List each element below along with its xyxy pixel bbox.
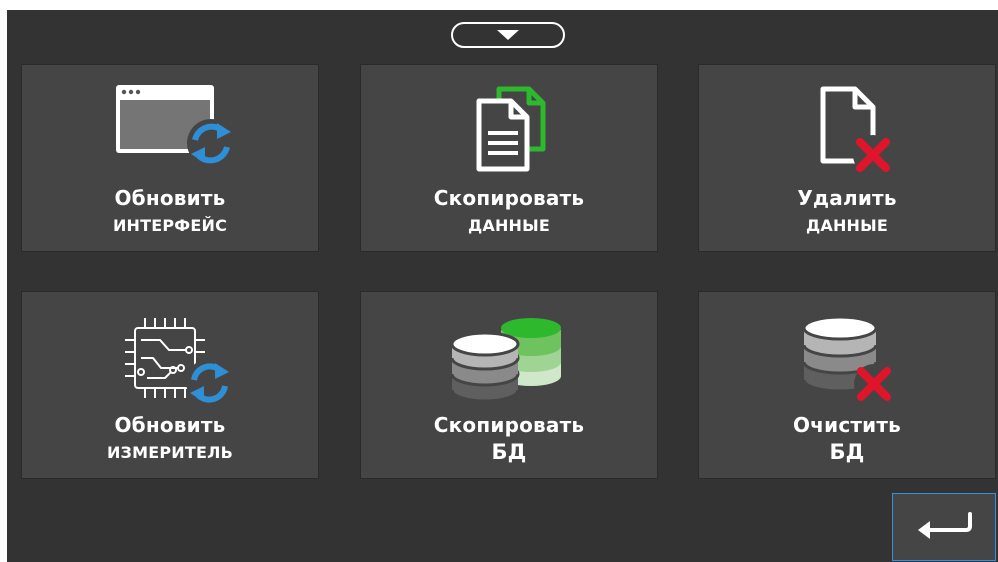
- collapse-button[interactable]: [451, 22, 565, 48]
- delete-document-icon: [797, 83, 897, 177]
- delete-data-button[interactable]: Удалить данные: [698, 64, 996, 252]
- clear-database-icon: [792, 314, 902, 410]
- main-screen: Обновить интерфейс Скопировать данные: [7, 10, 998, 562]
- update-meter-button[interactable]: Обновить измеритель: [21, 291, 319, 479]
- window-refresh-icon: [105, 83, 235, 171]
- copy-document-icon: [459, 83, 559, 177]
- tile-label: Очистить БД: [792, 413, 902, 464]
- return-arrow-icon: [918, 512, 972, 539]
- chevron-down-icon: [497, 30, 519, 40]
- copy-database-button[interactable]: Скопировать БД: [360, 291, 658, 479]
- clear-database-button[interactable]: Очистить БД: [698, 291, 996, 479]
- chip-refresh-icon: [105, 310, 235, 410]
- copy-database-icon: [449, 312, 569, 408]
- copy-data-button[interactable]: Скопировать данные: [360, 64, 658, 252]
- back-button[interactable]: [892, 493, 996, 561]
- tile-label: Обновить интерфейс: [112, 186, 228, 235]
- tile-label: Удалить данные: [797, 186, 897, 235]
- tile-label: Скопировать данные: [433, 186, 585, 235]
- update-interface-button[interactable]: Обновить интерфейс: [21, 64, 319, 252]
- tile-label: Обновить измеритель: [106, 413, 234, 462]
- tile-label: Скопировать БД: [433, 413, 585, 464]
